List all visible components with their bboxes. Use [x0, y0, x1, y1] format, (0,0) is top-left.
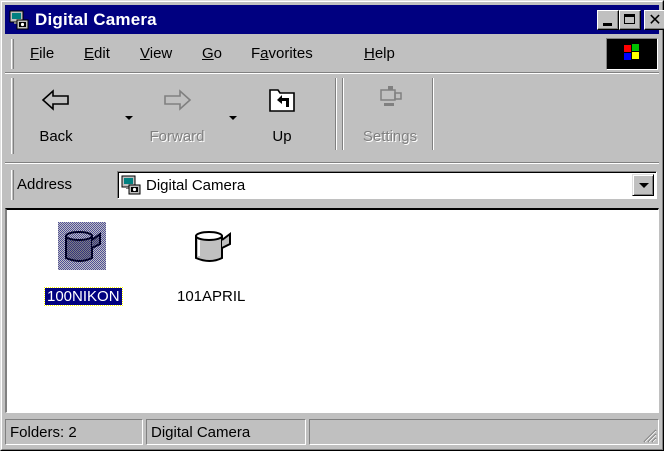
folder-icon-wrap	[58, 222, 106, 270]
settings-camera-icon	[380, 86, 402, 106]
folder-view[interactable]: 100NIKON 101APRIL	[5, 208, 659, 413]
addressbar-grip[interactable]	[11, 170, 14, 200]
back-arrow-icon	[41, 89, 69, 111]
forward-button[interactable]: Forward	[142, 78, 212, 152]
window-title: Digital Camera	[35, 10, 157, 29]
windows-logo	[606, 38, 658, 70]
folder-item[interactable]: 101APRIL	[157, 218, 267, 308]
back-label: Back	[39, 128, 73, 145]
camera-folder-icon	[121, 175, 141, 195]
maximize-icon	[624, 14, 635, 24]
menu-view[interactable]: View	[140, 45, 172, 62]
menu-help-label: elp	[374, 45, 395, 62]
menu-bar: File Edit View Go Favorites Help	[5, 37, 659, 71]
address-value: Digital Camera	[146, 177, 246, 194]
menu-file[interactable]: File	[30, 45, 54, 62]
menu-view-label: iew	[149, 45, 173, 62]
menu-file-accel: F	[30, 45, 40, 62]
explorer-window: Digital Camera ✕ File Edit View Go Favor…	[0, 0, 664, 451]
settings-label: Settings	[362, 128, 418, 145]
menu-view-accel: V	[140, 45, 150, 62]
folder-label: 101APRIL	[177, 288, 246, 305]
resize-grip-icon[interactable]	[643, 429, 657, 443]
up-folder-icon	[269, 89, 295, 112]
window-frame: Digital Camera ✕ File Edit View Go Favor…	[1, 1, 664, 450]
toolbar-grip[interactable]	[11, 78, 14, 154]
menu-favorites-accel: a	[260, 45, 269, 62]
status-location: Digital Camera	[146, 419, 306, 445]
chevron-down-icon	[639, 183, 649, 188]
menu-help[interactable]: Help	[364, 45, 395, 62]
menu-edit-label: dit	[94, 45, 110, 62]
menu-edit[interactable]: Edit	[84, 45, 110, 62]
menu-go[interactable]: Go	[202, 45, 222, 62]
minimize-icon	[603, 23, 612, 26]
toolbar-separator	[335, 78, 337, 150]
folder-icon-wrap	[188, 222, 236, 270]
camera-storage-icon	[58, 222, 106, 270]
forward-label: Forward	[149, 128, 205, 145]
status-folder-count: Folders: 2	[5, 419, 143, 445]
maximize-button[interactable]	[619, 10, 641, 30]
menu-edit-accel: E	[84, 45, 95, 62]
camera-storage-icon	[195, 231, 231, 262]
menu-go-label: o	[213, 45, 223, 62]
address-combobox[interactable]: Digital Camera	[117, 171, 657, 199]
back-dropdown-icon[interactable]	[125, 116, 133, 120]
band-separator	[5, 162, 659, 164]
menu-file-label: ile	[39, 45, 55, 62]
address-dropdown-button[interactable]	[632, 174, 654, 196]
close-icon: ✕	[648, 10, 662, 29]
close-button[interactable]: ✕	[644, 10, 664, 30]
toolbar: Back Forward Up Settings	[5, 74, 659, 160]
address-label: Address	[17, 176, 73, 193]
forward-dropdown-icon[interactable]	[229, 116, 237, 120]
menu-favorites-label: vorites	[268, 45, 313, 62]
forward-arrow-icon	[164, 89, 192, 111]
up-button[interactable]: Up	[247, 78, 317, 152]
folder-label: 100NIKON	[44, 287, 123, 306]
menu-go-accel: G	[202, 45, 214, 62]
address-bar: Address Digital Camera	[5, 168, 659, 202]
camera-folder-icon	[9, 10, 29, 30]
back-button[interactable]: Back	[21, 78, 91, 152]
minimize-button[interactable]	[597, 10, 619, 30]
menu-favorites-pre: F	[251, 45, 261, 62]
status-bar: Folders: 2 Digital Camera	[5, 417, 659, 447]
menu-favorites[interactable]: Favorites	[251, 45, 313, 62]
folder-item[interactable]: 100NIKON	[27, 218, 137, 308]
toolbar-separator	[342, 78, 344, 150]
menubar-grip[interactable]	[11, 39, 14, 69]
windows-flag-icon	[624, 44, 639, 60]
settings-button[interactable]: Settings	[355, 78, 425, 152]
toolbar-separator	[432, 78, 434, 150]
status-empty-panel	[309, 419, 659, 445]
menu-help-accel: H	[364, 45, 375, 62]
up-label: Up	[272, 128, 292, 145]
title-bar[interactable]: Digital Camera ✕	[5, 5, 664, 34]
